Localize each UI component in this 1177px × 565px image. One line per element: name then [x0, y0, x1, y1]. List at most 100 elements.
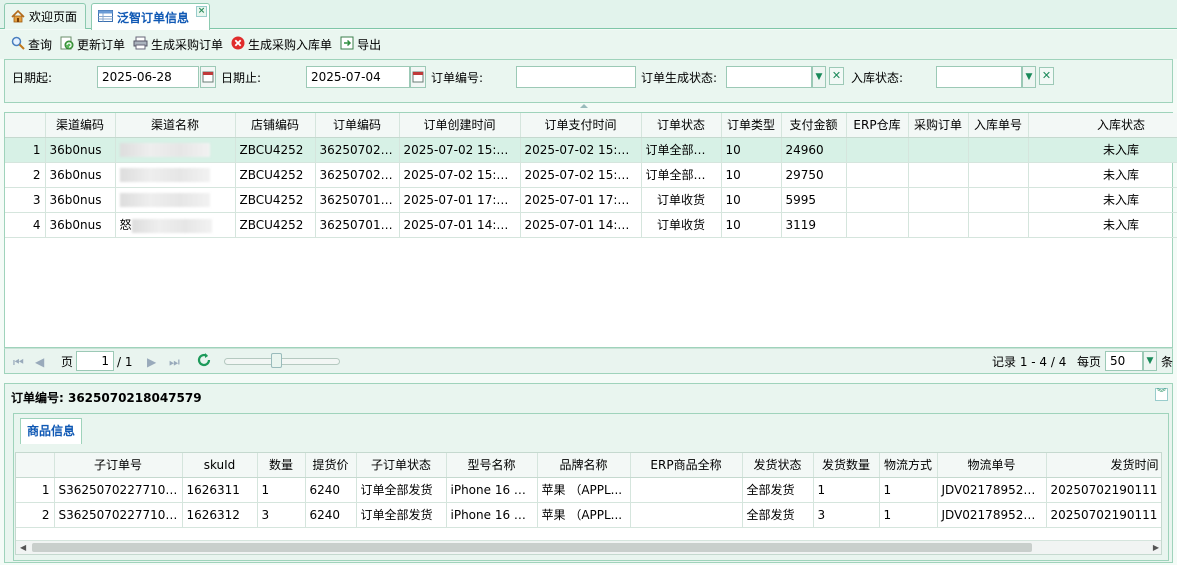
gen-status-select[interactable]	[726, 66, 812, 88]
column-header[interactable]: 物流单号	[937, 453, 1047, 478]
chevron-down-icon[interactable]: ▼	[1143, 351, 1157, 371]
cell-channel-name	[115, 187, 236, 213]
cell-qty: 1	[257, 477, 306, 503]
column-header[interactable]: 采购订单	[908, 113, 969, 138]
cell-order-code: 362507021...	[315, 137, 400, 163]
chevron-down-icon[interactable]: ▼	[812, 66, 826, 88]
cell-brand: 苹果 （APPL...	[537, 477, 631, 503]
cell-amount: 5995	[781, 187, 847, 213]
column-header[interactable]: 支付金额	[781, 113, 847, 138]
cell-model: iPhone 16 Pro	[446, 477, 538, 503]
scroll-right-icon[interactable]: ▶	[1153, 543, 1159, 552]
column-header[interactable]: 型号名称	[446, 453, 538, 478]
page-number-input[interactable]: 1	[76, 351, 114, 371]
date-start-input[interactable]: 2025-06-28	[97, 66, 199, 88]
chevron-down-icon[interactable]: ▼	[1022, 66, 1036, 88]
export-button[interactable]: 导出	[337, 34, 384, 56]
table-row[interactable]: 3 36b0nus ZBCU4252 362507011... 2025-07-…	[5, 187, 1177, 213]
column-header[interactable]: 渠道名称	[115, 113, 236, 138]
column-header[interactable]: 渠道编码	[45, 113, 116, 138]
column-header[interactable]: 子订单号	[54, 453, 183, 478]
cell-shop-code: ZBCU4252	[235, 212, 316, 238]
column-header[interactable]: 店铺编码	[235, 113, 316, 138]
column-header[interactable]: 子订单状态	[356, 453, 447, 478]
row-number: 4	[5, 212, 46, 238]
row-number: 1	[5, 137, 46, 163]
table-icon	[98, 9, 113, 25]
column-header[interactable]: ERP仓库	[846, 113, 909, 138]
cell-purchase	[908, 137, 969, 163]
update-order-button[interactable]: 更新订单	[57, 34, 128, 56]
table-row[interactable]: 1 S3625070227710471 1626311 1 6240 订单全部发…	[16, 477, 1161, 503]
column-header[interactable]: 品牌名称	[537, 453, 631, 478]
column-header[interactable]: 入库单号	[968, 113, 1029, 138]
first-page-icon[interactable]: ⏮	[13, 354, 24, 370]
cell-status: 订单全部发货	[641, 137, 722, 163]
row-number-header	[16, 453, 55, 478]
scrollbar-thumb[interactable]	[32, 543, 1032, 552]
orders-table: 渠道编码 渠道名称 店铺编码 订单编码 订单创建时间 订单支付时间 订单状态 订…	[5, 113, 1177, 238]
cell-channel-name	[115, 162, 236, 188]
generate-stock-in-button[interactable]: 生成采购入库单	[228, 34, 335, 56]
order-no-input[interactable]	[516, 66, 636, 88]
table-row[interactable]: 1 36b0nus ZBCU4252 362507021... 2025-07-…	[5, 137, 1177, 163]
next-page-icon[interactable]: ▶	[147, 354, 156, 370]
filter-panel: 日期起: 2025-06-28 日期止: 2025-07-04 订单编号: 订单…	[4, 59, 1173, 103]
column-header[interactable]: 数量	[257, 453, 306, 478]
column-header[interactable]: skuId	[182, 453, 258, 478]
cell-type: 10	[721, 137, 782, 163]
refresh-icon[interactable]	[196, 352, 212, 372]
collapse-down-icon[interactable]: ︾	[1155, 388, 1168, 401]
column-header[interactable]: 提货价	[305, 453, 357, 478]
cell-stock-no	[968, 187, 1029, 213]
redacted-text	[131, 218, 212, 233]
date-end-input[interactable]: 2025-07-04	[306, 66, 410, 88]
horizontal-scrollbar[interactable]: ◀ ▶	[16, 540, 1161, 554]
date-end-label: 日期止:	[221, 71, 262, 85]
cell-channel-code: 36b0nus	[45, 187, 116, 213]
cell-amount: 3119	[781, 212, 847, 238]
prev-page-icon[interactable]: ◀	[35, 354, 44, 370]
cell-logistics: 1	[879, 477, 938, 503]
generate-purchase-order-button[interactable]: 生成采购订单	[130, 34, 226, 56]
query-button[interactable]: 查询	[8, 34, 55, 56]
column-header[interactable]: 发货状态	[742, 453, 814, 478]
tab-order-info[interactable]: 泛智订单信息 ×	[91, 3, 210, 30]
last-page-icon[interactable]: ⏭	[169, 354, 180, 370]
column-header[interactable]: 订单类型	[721, 113, 782, 138]
scroll-left-icon[interactable]: ◀	[20, 543, 26, 552]
stock-status-label: 入库状态:	[851, 71, 904, 85]
clear-icon[interactable]: ✕	[1039, 67, 1054, 85]
cell-paid: 2025-07-01 17:50...	[520, 187, 642, 213]
column-header[interactable]: 入库状态	[1028, 113, 1177, 138]
tab-product-info[interactable]: 商品信息	[20, 418, 83, 444]
column-header[interactable]: 订单状态	[641, 113, 722, 138]
slider-thumb[interactable]	[271, 353, 282, 368]
calendar-icon[interactable]	[200, 66, 216, 88]
cell-shop-code: ZBCU4252	[235, 187, 316, 213]
tab-welcome[interactable]: 欢迎页面	[4, 3, 86, 29]
column-header[interactable]: ERP商品全称	[630, 453, 743, 478]
cell-status: 订单收货	[641, 187, 722, 213]
table-row[interactable]: 4 36b0nus 怒 ZBCU4252 362507011... 2025-0…	[5, 212, 1177, 238]
column-header[interactable]: 发货数量	[813, 453, 880, 478]
table-row[interactable]: 2 S3625070227710470 1626312 3 6240 订单全部发…	[16, 502, 1161, 528]
cell-erp-name	[630, 477, 743, 503]
stock-status-select[interactable]	[936, 66, 1022, 88]
cell-erp-name	[630, 502, 743, 528]
close-icon[interactable]: ×	[196, 6, 207, 17]
table-row[interactable]: 2 36b0nus ZBCU4252 362507021... 2025-07-…	[5, 162, 1177, 188]
cell-purchase	[908, 162, 969, 188]
calendar-icon[interactable]	[410, 66, 426, 88]
per-page-select[interactable]: 50	[1105, 351, 1143, 371]
column-header[interactable]: 订单创建时间	[399, 113, 521, 138]
clear-icon[interactable]: ✕	[829, 67, 844, 85]
cell-ship-time: 20250702190111	[1046, 502, 1161, 528]
column-header[interactable]: 发货时间	[1046, 453, 1161, 478]
collapse-arrow-icon[interactable]	[580, 104, 588, 108]
column-header[interactable]: 订单支付时间	[520, 113, 642, 138]
column-header[interactable]: 物流方式	[879, 453, 938, 478]
column-header[interactable]: 订单编码	[315, 113, 400, 138]
page-size-slider[interactable]	[224, 358, 340, 365]
cell-ship-qty: 3	[813, 502, 880, 528]
